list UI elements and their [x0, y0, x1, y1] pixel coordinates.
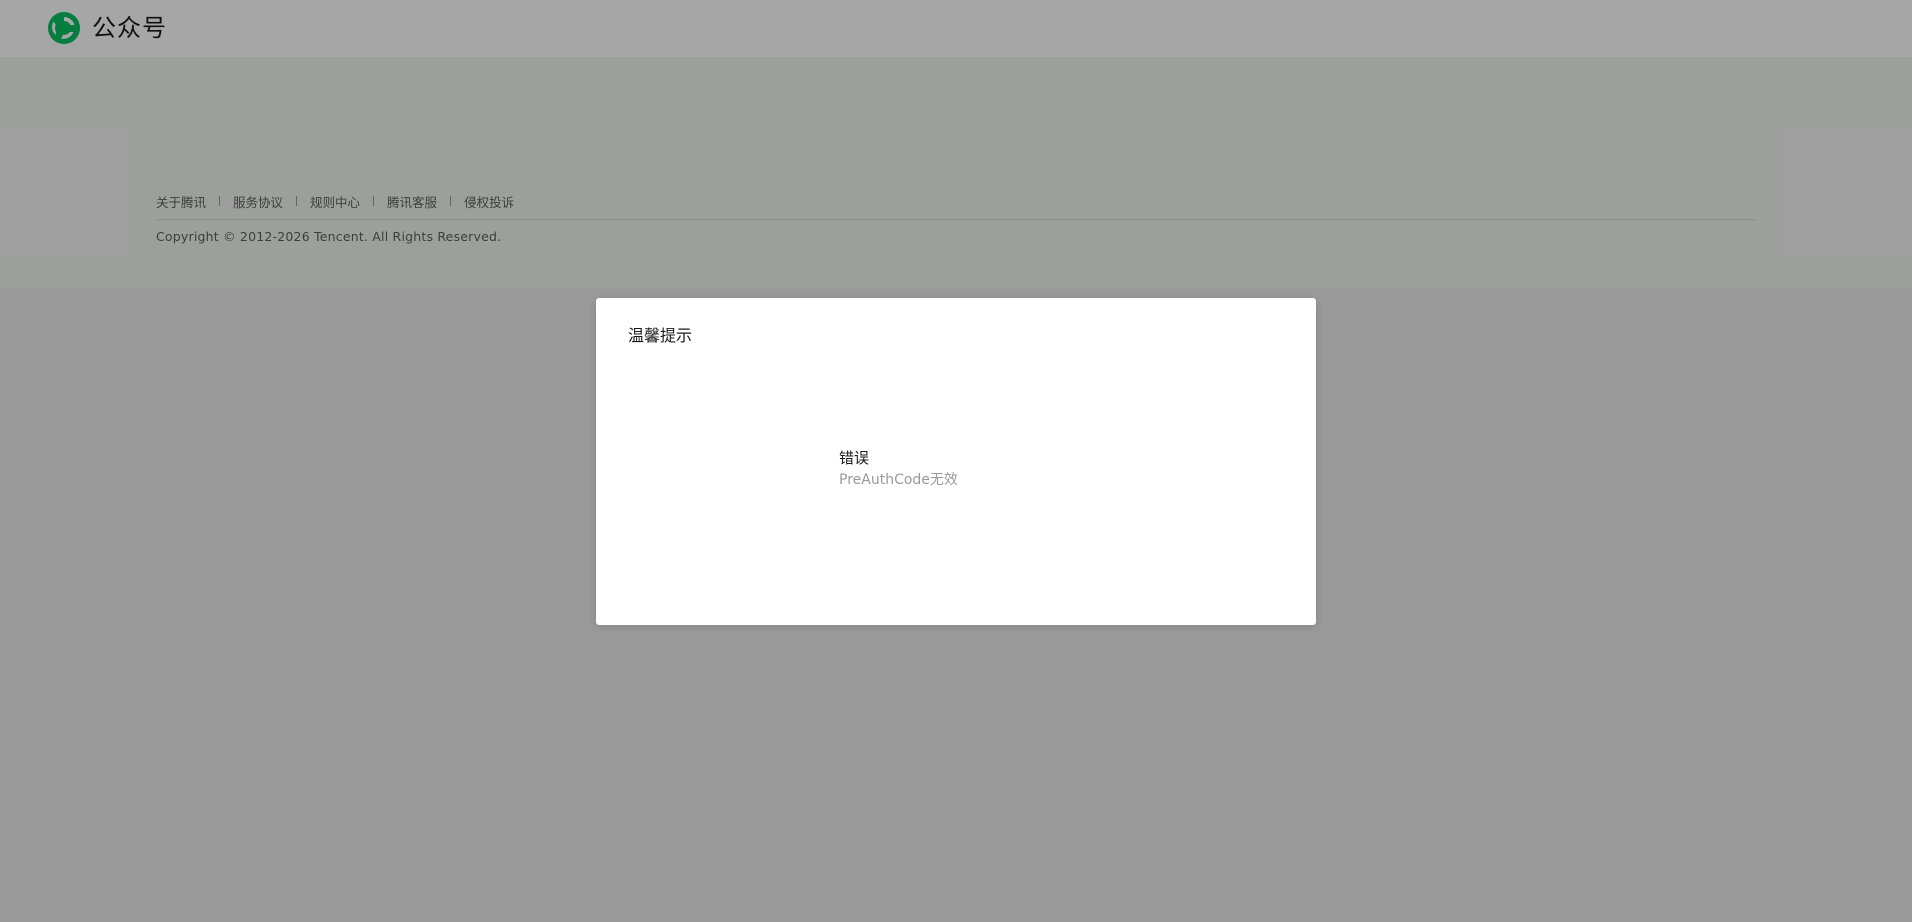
error-title: 错误 [839, 449, 870, 467]
error-detail: PreAuthCode无效 [839, 472, 958, 488]
dialog-title: 温馨提示 [628, 326, 693, 345]
tip-dialog: 温馨提示 错误 PreAuthCode无效 [596, 298, 1316, 625]
dialog-message: 错误 PreAuthCode无效 [839, 448, 958, 490]
